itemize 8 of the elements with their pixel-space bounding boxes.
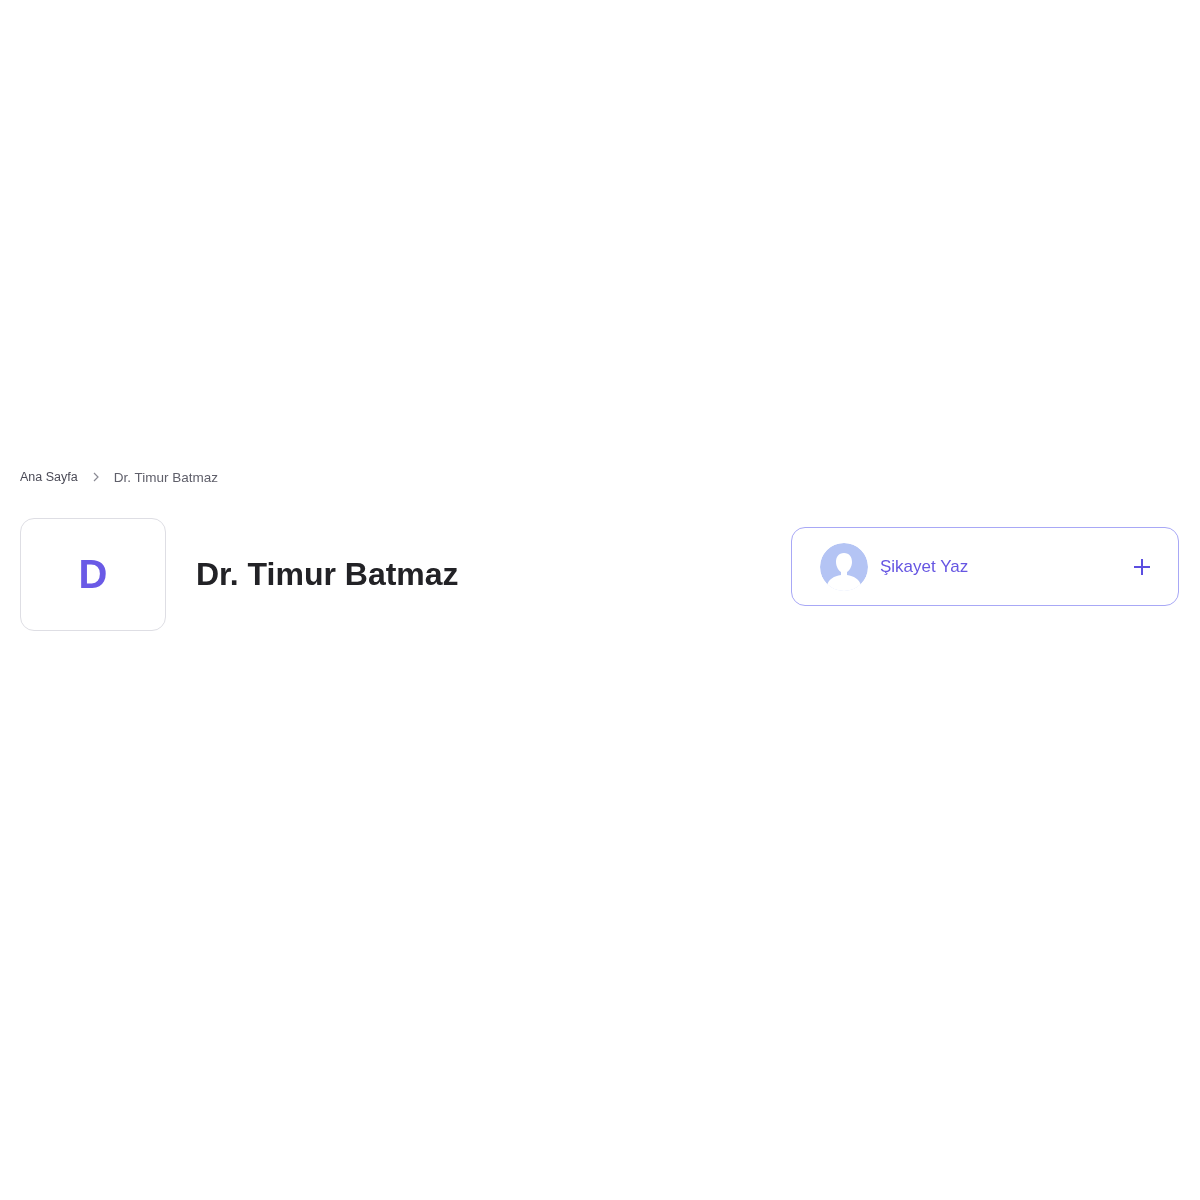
plus-icon	[1133, 557, 1151, 576]
breadcrumb-link[interactable]: Ana Sayfa	[20, 470, 78, 484]
chevron-right-icon	[92, 472, 99, 482]
initial-avatar: D	[20, 518, 166, 631]
user-avatar-icon	[820, 542, 868, 591]
profile-name: Dr. Timur Batmaz	[196, 556, 459, 593]
breadcrumb-current: Dr. Timur Batmaz	[113, 469, 218, 485]
write-complaint-button[interactable]: Şikayet Yaz	[791, 527, 1179, 606]
